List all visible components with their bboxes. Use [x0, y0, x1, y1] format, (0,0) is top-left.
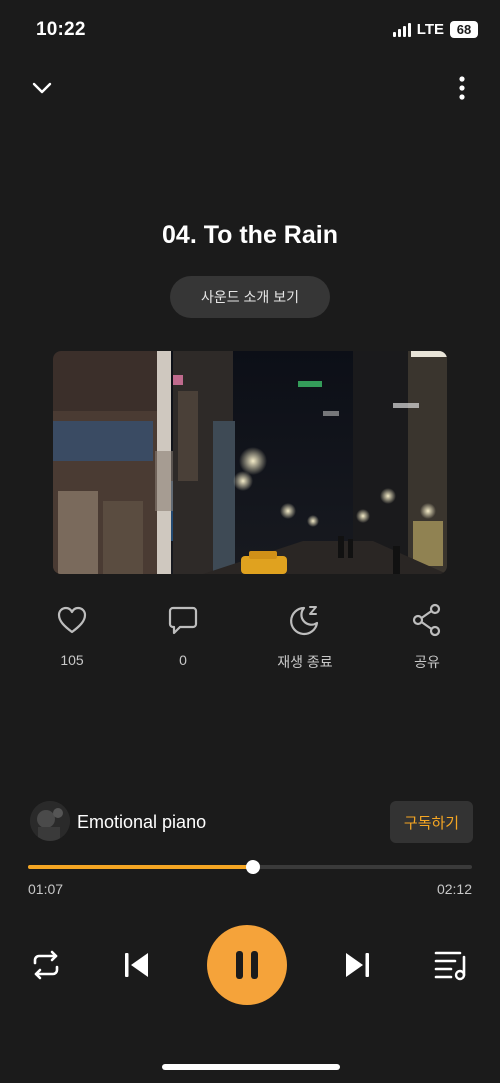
signal-icon [392, 22, 411, 37]
share-action[interactable]: 공유 [377, 602, 477, 672]
total-time: 02:12 [436, 881, 472, 897]
channel-name[interactable]: Emotional piano [77, 812, 206, 833]
share-icon [409, 602, 445, 638]
skip-next-icon [346, 953, 369, 977]
sound-intro-button[interactable]: 사운드 소개 보기 [170, 276, 330, 318]
pause-button[interactable] [207, 925, 287, 1005]
network-type: LTE [416, 21, 444, 38]
track-title: 04. To the Rain [162, 221, 338, 249]
more-button[interactable] [454, 74, 470, 102]
subscribe-button[interactable]: 구독하기 [390, 801, 473, 843]
channel-avatar[interactable] [30, 801, 70, 841]
chevron-down-icon [32, 82, 52, 94]
progress-fill [28, 865, 254, 869]
moon-sleep-icon [287, 602, 323, 638]
playlist-button[interactable] [430, 945, 472, 985]
progress-bar[interactable] [28, 860, 472, 874]
previous-button[interactable] [116, 945, 156, 985]
repeat-button[interactable] [26, 945, 66, 985]
album-artwork [53, 351, 447, 574]
comment-action[interactable]: 0 [133, 602, 233, 668]
comment-icon [165, 602, 201, 638]
battery-icon: 68 [450, 21, 478, 38]
player-screen: 10:22 LTE 68 04. To the Rain 사운드 소개 보기 1… [0, 0, 500, 1083]
share-label: 공유 [414, 654, 440, 670]
like-count: 105 [60, 652, 84, 668]
collapse-button[interactable] [28, 74, 56, 102]
pause-icon [236, 951, 258, 979]
more-vertical-icon [459, 76, 465, 100]
sleep-timer-label: 재생 종료 [277, 654, 333, 670]
heart-icon [54, 602, 90, 638]
skip-previous-icon [125, 953, 148, 977]
status-time: 10:22 [36, 19, 86, 40]
progress-thumb[interactable] [246, 860, 261, 874]
next-button[interactable] [338, 945, 378, 985]
comment-count: 0 [179, 652, 187, 668]
like-action[interactable]: 105 [22, 602, 122, 668]
status-indicators: LTE 68 [392, 21, 478, 38]
repeat-icon [33, 950, 59, 980]
home-indicator [162, 1064, 340, 1070]
sleep-timer-action[interactable]: 재생 종료 [255, 602, 355, 672]
current-time: 01:07 [28, 881, 64, 897]
playlist-icon [434, 951, 466, 981]
